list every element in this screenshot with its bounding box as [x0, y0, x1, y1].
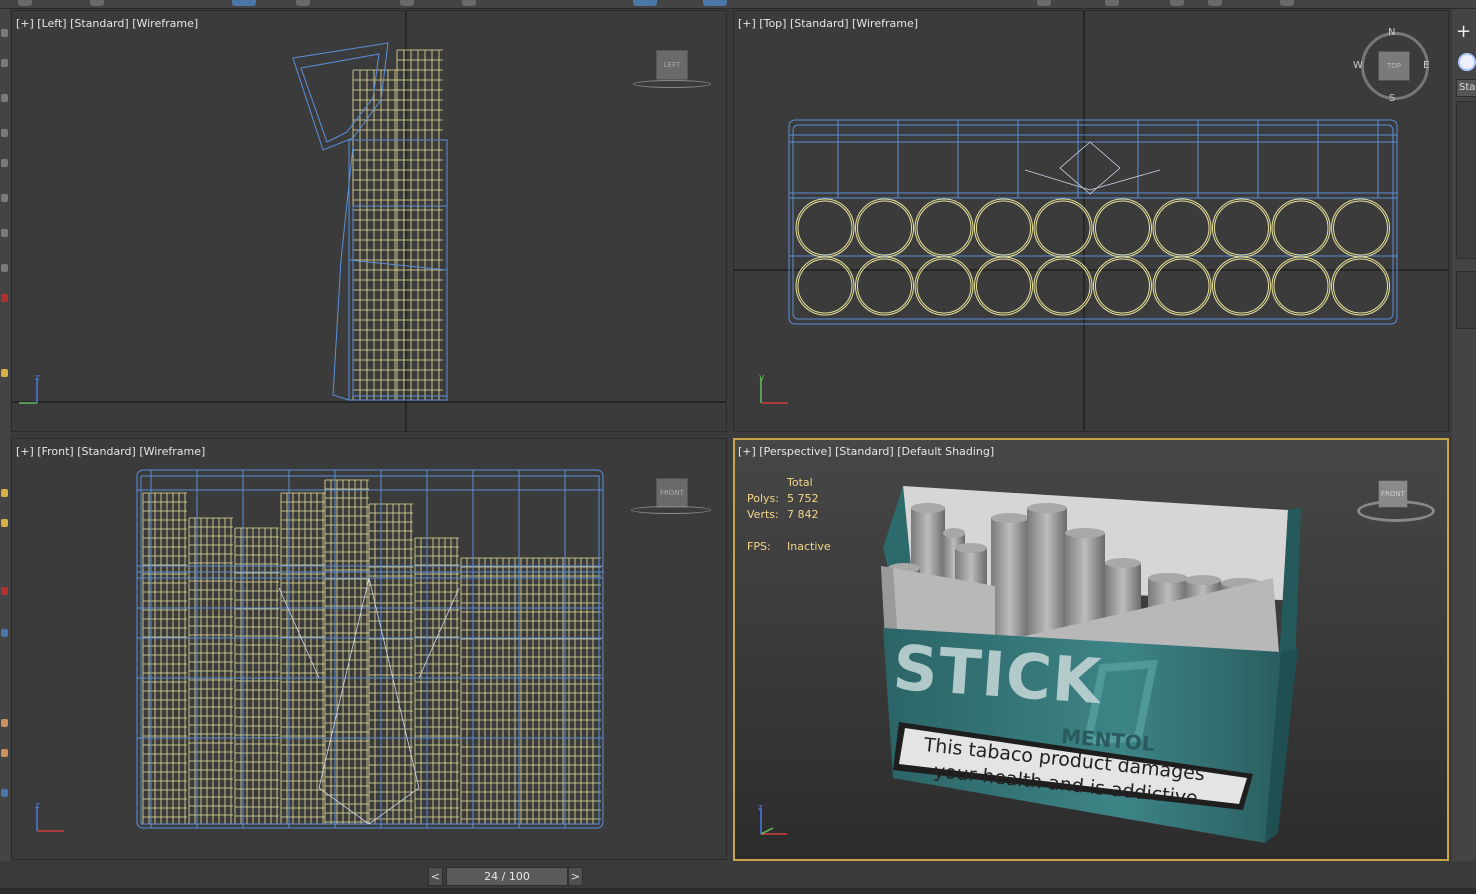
front-wireframe: z: [35, 469, 604, 832]
stats-polys-label: Polys:: [747, 492, 779, 505]
axis-tripod: z: [35, 801, 64, 832]
category-dropdown[interactable]: Sta: [1456, 79, 1476, 97]
viewport-perspective[interactable]: STICK MENTOL This tabaco product damages…: [733, 438, 1449, 861]
create-plus-icon[interactable]: +: [1456, 23, 1474, 41]
rollout-panel: [1456, 271, 1476, 329]
main-toolbar: [0, 0, 1476, 9]
tool-icon[interactable]: [1, 94, 8, 102]
tool-icon[interactable]: [1, 629, 8, 637]
material-editor-icon[interactable]: [1170, 0, 1184, 6]
svg-text:z: z: [35, 373, 40, 383]
time-slider-bar: < 24 / 100 >: [0, 862, 1476, 894]
stats-verts-value: 7 842: [787, 508, 819, 521]
rollout-panel: [1456, 101, 1476, 259]
tool-icon[interactable]: [1, 29, 8, 37]
stats-polys-value: 5 752: [787, 492, 819, 505]
geometry-icon[interactable]: [1458, 53, 1476, 71]
axis-tripod: z: [19, 373, 40, 404]
viewcube-ring[interactable]: [631, 506, 711, 514]
tool-icon[interactable]: [1, 587, 8, 595]
top-wireframe: y: [733, 10, 1449, 432]
time-slider[interactable]: 24 / 100: [446, 867, 568, 886]
undo-icon[interactable]: [18, 0, 32, 6]
tool-icon[interactable]: [1, 229, 8, 237]
render-setup-icon[interactable]: [1208, 0, 1222, 6]
svg-text:z: z: [35, 801, 40, 811]
curve-editor-icon[interactable]: [1105, 0, 1119, 6]
rotate-icon[interactable]: [462, 0, 476, 6]
tool-icon[interactable]: [1, 159, 8, 167]
tool-icon[interactable]: [1, 719, 8, 727]
stats-fps-label: FPS:: [747, 540, 771, 553]
viewcube-ring[interactable]: [1357, 500, 1435, 522]
viewport-label[interactable]: [+] [Left] [Standard] [Wireframe]: [16, 17, 198, 30]
stats-verts-label: Verts:: [747, 508, 779, 521]
compass-north: N: [1388, 27, 1396, 38]
tool-icon[interactable]: [1, 369, 8, 377]
pack-brand: STICK: [890, 630, 1104, 719]
tool-icon[interactable]: [1, 264, 8, 272]
tool-icon[interactable]: [1, 194, 8, 202]
svg-text:z: z: [758, 803, 763, 813]
compass-west: W: [1353, 60, 1363, 71]
select-tool-icon[interactable]: [232, 0, 256, 6]
timeline-track[interactable]: [0, 888, 1476, 894]
viewport-label[interactable]: [+] [Front] [Standard] [Wireframe]: [16, 445, 205, 458]
command-panel: + Sta: [1452, 9, 1476, 861]
tool-icon[interactable]: [1, 519, 8, 527]
stats-total: Total: [787, 476, 813, 489]
tool-icon[interactable]: [1, 489, 8, 497]
axis-tripod: z: [758, 803, 787, 835]
viewport-top[interactable]: y [+] [Top] [Standard] [Wireframe] TOP N…: [733, 10, 1449, 432]
prev-frame-button[interactable]: <: [428, 867, 443, 886]
viewcube-ring[interactable]: [633, 80, 711, 88]
render-icon[interactable]: [1280, 0, 1294, 6]
left-toolbar: [0, 9, 10, 861]
move-icon[interactable]: [400, 0, 414, 6]
stats-fps-value: Inactive: [787, 540, 831, 553]
tool-icon[interactable]: [1, 59, 8, 67]
tool-icon[interactable]: [1, 789, 8, 797]
viewport-label[interactable]: [+] [Perspective] [Standard] [Default Sh…: [738, 445, 994, 458]
angle-snap-icon[interactable]: [703, 0, 727, 6]
viewport-left[interactable]: z [+] [Left] [Standard] [Wireframe] LEFT: [11, 10, 727, 432]
compass-south: S: [1389, 93, 1396, 104]
axis-tripod: y: [759, 373, 788, 404]
tool-icon[interactable]: [1, 294, 8, 302]
tool-icon[interactable]: [1, 749, 8, 757]
viewcube[interactable]: FRONT: [656, 478, 688, 508]
snap-toggle-icon[interactable]: [633, 0, 657, 6]
viewcube[interactable]: LEFT: [656, 50, 688, 80]
layer-icon[interactable]: [1037, 0, 1051, 6]
svg-text:y: y: [759, 373, 765, 383]
left-wireframe: z: [11, 10, 727, 432]
compass-east: E: [1423, 60, 1430, 71]
next-frame-button[interactable]: >: [568, 867, 583, 886]
select-region-icon[interactable]: [296, 0, 310, 6]
viewport-front[interactable]: z [+] [Front] [Standard] [Wireframe] FRO…: [11, 438, 727, 860]
viewport-label[interactable]: [+] [Top] [Standard] [Wireframe]: [738, 17, 918, 30]
redo-icon[interactable]: [90, 0, 104, 6]
tool-icon[interactable]: [1, 129, 8, 137]
viewcube[interactable]: TOP: [1378, 51, 1410, 81]
